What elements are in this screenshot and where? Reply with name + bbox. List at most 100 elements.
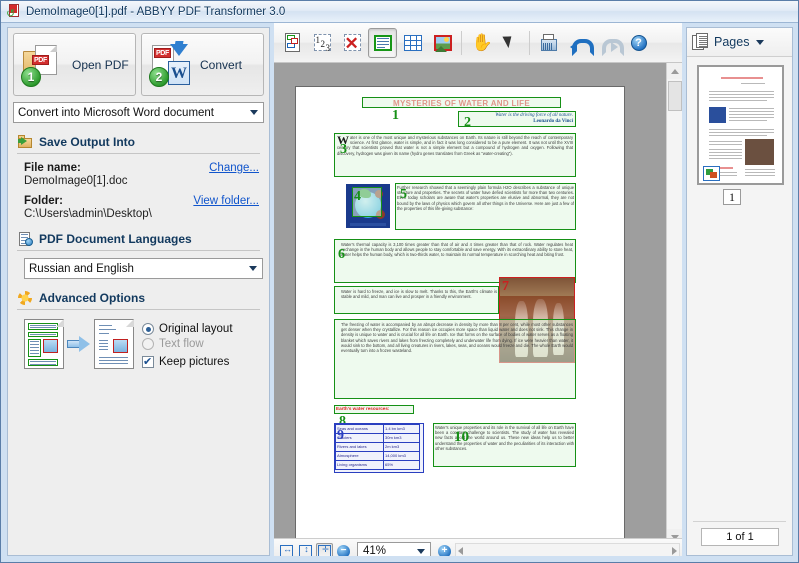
divider (17, 309, 260, 310)
paragraph-1-text: ater is one of the most unique and myste… (337, 135, 573, 156)
cell-value: 65% (384, 461, 420, 470)
scroll-right-button[interactable] (672, 547, 677, 555)
text-flow-radio[interactable] (142, 338, 154, 350)
advanced-heading: Advanced Options (39, 291, 145, 305)
cell-value: 1.4 bn km3 (384, 425, 420, 434)
block-number-9: 9 (337, 429, 344, 442)
file-name-label: File name: (24, 162, 81, 174)
view-folder-link[interactable]: View folder... (193, 195, 259, 207)
delete-blocks-button[interactable]: ✕ (338, 28, 367, 58)
keep-pictures-label: Keep pictures (159, 356, 229, 368)
scrollbar-thumb[interactable] (668, 81, 682, 111)
pages-icon (692, 33, 709, 51)
redo-arrow-icon (598, 32, 620, 54)
numbers-123-icon: 123 (312, 32, 334, 54)
block-number-7: 7 (502, 280, 509, 293)
application-window: ↺ DemoImage0[1].pdf - ABBYY PDF Transfor… (0, 0, 799, 563)
table-row[interactable]: Atmosphere 14,000 km3 (336, 452, 420, 461)
save-folder-icon (17, 134, 33, 150)
output-format-value: Convert into Microsoft Word document (18, 107, 246, 119)
cell-label: Living organisms (336, 461, 384, 470)
page-canvas[interactable]: MYSTERIES OF WATER AND LIFE 1 Water is t… (274, 63, 682, 545)
pages-panel-title: Pages (714, 35, 749, 49)
block-number-10: 10 (454, 431, 469, 444)
redo-button[interactable] (594, 28, 623, 58)
chevron-down-icon[interactable] (246, 104, 261, 121)
recognize-button[interactable] (534, 28, 563, 58)
table-block-tool-button[interactable] (398, 28, 427, 58)
table-row[interactable]: Seas and oceans 1.4 bn km3 (336, 425, 420, 434)
text-block-tool-button[interactable] (368, 28, 397, 58)
table-row[interactable]: Rivers and lakes 2m km3 (336, 443, 420, 452)
step-1-badge: 1 (21, 67, 41, 87)
page-thumbnail[interactable] (697, 65, 784, 185)
pages-panel: Pages (682, 23, 798, 563)
block-1[interactable] (362, 97, 561, 108)
scroll-left-button[interactable] (458, 547, 463, 555)
advanced-section-header: Advanced Options (17, 290, 269, 306)
document-bullet-2: Water is hard to freeze, and ice is slow… (341, 289, 497, 313)
table-caption: Earth's water resources: (336, 406, 412, 411)
original-layout-option[interactable]: Original layout (142, 323, 233, 335)
convert-label: Convert (200, 58, 242, 72)
block-number-5: 5 (400, 188, 407, 201)
divider (693, 521, 786, 522)
languages-section-header: PDF Document Languages (17, 231, 269, 247)
document-bullet-3: The freezing of water is accompanied by … (341, 322, 573, 397)
text-flow-label: Text flow (159, 338, 204, 350)
keep-pictures-checkbox[interactable] (142, 356, 154, 368)
chevron-down-icon[interactable] (245, 260, 260, 277)
block-order-button[interactable]: 123 (308, 28, 337, 58)
original-layout-preview-icon (24, 319, 64, 369)
table-row[interactable]: Glaciers 30m km3 (336, 434, 420, 443)
pdf-transformer-icon: ↺ (6, 4, 21, 19)
page-count-indicator: 1 of 1 (701, 528, 779, 546)
document-quote: Water is the driving force of all nature… (461, 113, 573, 125)
hand-tool-button[interactable]: ✋ (466, 28, 495, 58)
text-flow-option[interactable]: Text flow (142, 338, 233, 350)
analyze-layout-button[interactable] (278, 28, 307, 58)
divider (17, 250, 260, 251)
language-combo[interactable]: Russian and English (24, 258, 263, 279)
output-format-combo[interactable]: Convert into Microsoft Word document (13, 102, 264, 123)
step-2-badge: 2 (149, 67, 169, 87)
language-value: Russian and English (29, 263, 245, 275)
table-row[interactable]: Living organisms 65% (336, 461, 420, 470)
scroll-up-button[interactable] (667, 63, 682, 79)
pages-panel-header[interactable]: Pages (687, 28, 792, 57)
chevron-down-icon[interactable] (756, 40, 764, 45)
cell-label: Atmosphere (336, 452, 384, 461)
original-layout-radio[interactable] (142, 323, 154, 335)
document-paragraph-1: Water is one of the most unique and myst… (337, 135, 573, 175)
document-globe-icon (17, 231, 33, 247)
cell-value: 14,000 km3 (384, 452, 420, 461)
divider (529, 31, 530, 55)
cell-value: 2m km3 (384, 443, 420, 452)
original-layout-label: Original layout (159, 323, 233, 335)
save-output-section-header: Save Output Into (17, 134, 269, 150)
advanced-options-body: Original layout Text flow Keep pictures (24, 319, 269, 371)
help-button[interactable]: ? (624, 28, 653, 58)
text-flow-preview-icon (94, 319, 134, 369)
convert-button[interactable]: PDF W 2 Convert (141, 33, 264, 96)
thumbnail-page-number: 1 (723, 189, 741, 205)
save-output-heading: Save Output Into (39, 135, 135, 149)
pdf-page[interactable]: MYSTERIES OF WATER AND LIFE 1 Water is t… (295, 86, 625, 545)
left-sidebar: PDF 1 Open PDF PDF W 2 Convert (1, 23, 274, 563)
vertical-scrollbar[interactable] (666, 63, 682, 545)
undo-arrow-icon (568, 32, 590, 54)
change-link[interactable]: Change... (209, 162, 259, 174)
keep-pictures-option[interactable]: Keep pictures (142, 356, 233, 368)
document-viewer-pane: 123 ✕ (274, 23, 682, 563)
block-number-2: 2 (464, 116, 471, 129)
gear-icon (17, 290, 33, 306)
open-pdf-folder-icon: PDF 1 (20, 41, 68, 89)
picture-block-tool-button[interactable] (428, 28, 457, 58)
select-tool-button[interactable] (496, 28, 525, 58)
file-name-row: File name: Change... (24, 162, 259, 174)
viewer-toolbar: 123 ✕ (274, 23, 682, 63)
water-resources-table[interactable]: Seas and oceans 1.4 bn km3 Glaciers 30m … (335, 424, 420, 470)
undo-button[interactable] (564, 28, 593, 58)
open-pdf-button[interactable]: PDF 1 Open PDF (13, 33, 136, 96)
picture-block-icon (432, 32, 454, 54)
